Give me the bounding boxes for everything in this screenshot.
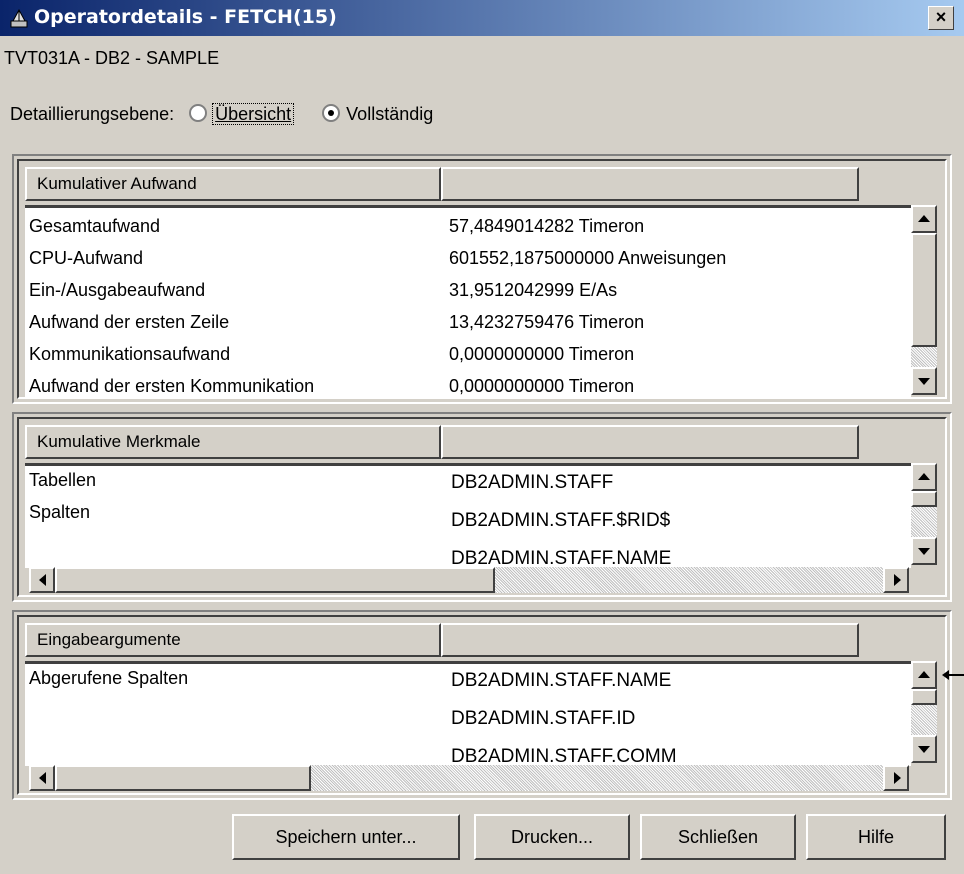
panel-cumulative-properties: Kumulative Merkmale Tabellen Spalten DB2… [12, 412, 952, 602]
detail-level-group: Detaillierungsebene: Übersicht Vollständ… [10, 103, 433, 125]
scroll-right-button[interactable] [883, 765, 909, 791]
scroll-left-button[interactable] [29, 567, 55, 593]
app-icon [10, 8, 28, 28]
scroll-thumb[interactable] [911, 233, 937, 347]
close-button[interactable]: × [928, 6, 954, 30]
print-button[interactable]: Drucken... [474, 814, 630, 860]
scroll-thumb[interactable] [55, 765, 311, 791]
vertical-scrollbar[interactable] [911, 463, 937, 565]
list-value: DB2ADMIN.STAFF.NAME [451, 670, 672, 691]
list-value: 601552,1875000000 Anweisungen [449, 248, 727, 268]
scroll-thumb[interactable] [55, 567, 495, 593]
radio-overview[interactable] [189, 104, 208, 122]
arrow-left-icon [39, 574, 46, 586]
column-header-value[interactable] [441, 167, 859, 201]
scroll-thumb[interactable] [911, 491, 937, 507]
column-header-value[interactable] [441, 425, 859, 459]
list-value: DB2ADMIN.STAFF.$RID$ [451, 510, 671, 531]
horizontal-scrollbar[interactable] [29, 567, 909, 593]
column-header-value[interactable] [441, 623, 859, 657]
list-value: DB2ADMIN.STAFF.COMM [451, 746, 677, 766]
list-value: 0,0000000000 Timeron [449, 376, 635, 396]
arrow-up-icon [918, 473, 930, 480]
arrow-up-icon [918, 215, 930, 222]
radio-overview-label[interactable]: Übersicht [212, 103, 295, 125]
scroll-up-button[interactable] [911, 661, 937, 689]
panel-cumulative-cost: Kumulativer Aufwand Gesamtaufwand CPU-Au… [12, 154, 952, 404]
arrow-right-icon [894, 772, 901, 784]
radio-complete[interactable] [322, 104, 341, 122]
connection-label: TVT031A - DB2 - SAMPLE [4, 48, 220, 68]
horizontal-scrollbar[interactable] [29, 765, 909, 791]
title-bar[interactable]: Operatordetails - FETCH(15) × [0, 0, 964, 36]
cost-list[interactable]: Gesamtaufwand CPU-Aufwand Ein-/Ausgabeau… [25, 205, 911, 398]
scroll-up-button[interactable] [911, 463, 937, 491]
arrow-down-icon [918, 378, 930, 385]
scroll-left-button[interactable] [29, 765, 55, 791]
properties-list[interactable]: Tabellen Spalten DB2ADMIN.STAFF DB2ADMIN… [25, 463, 911, 568]
list-value: DB2ADMIN.STAFF.ID [451, 708, 636, 729]
panel-input-arguments: Eingabeargumente Abgerufene Spalten DB2A… [12, 610, 952, 800]
list-item: Spalten [29, 502, 91, 522]
radio-complete-label[interactable]: Vollständig [346, 104, 433, 124]
list-item: Gesamtaufwand [29, 216, 161, 236]
scroll-thumb[interactable] [911, 689, 937, 705]
arrow-left-icon [39, 772, 46, 784]
window-title: Operatordetails - FETCH(15) [34, 6, 337, 28]
vertical-scrollbar[interactable] [911, 205, 937, 395]
scroll-up-button[interactable] [911, 205, 937, 233]
arrow-up-icon [918, 671, 930, 678]
list-value: 0,0000000000 Timeron [449, 344, 635, 364]
list-value: DB2ADMIN.STAFF.NAME [451, 548, 672, 568]
scroll-down-button[interactable] [911, 367, 937, 395]
pointer-arrow-icon [942, 670, 964, 680]
scroll-right-button[interactable] [883, 567, 909, 593]
scroll-down-button[interactable] [911, 735, 937, 763]
list-item: Kommunikationsaufwand [29, 344, 231, 364]
arrow-down-icon [918, 746, 930, 753]
detail-level-label: Detaillierungsebene: [10, 104, 175, 124]
column-header-name[interactable]: Kumulativer Aufwand [25, 167, 441, 201]
vertical-scrollbar[interactable] [911, 661, 937, 763]
help-button[interactable]: Hilfe [806, 814, 946, 860]
arrow-right-icon [894, 574, 901, 586]
arguments-list[interactable]: Abgerufene Spalten DB2ADMIN.STAFF.NAME D… [25, 661, 911, 766]
close-dialog-button[interactable]: Schließen [640, 814, 796, 860]
list-value: 31,9512042999 E/As [449, 280, 618, 300]
list-item: Ein-/Ausgabeaufwand [29, 280, 206, 300]
scroll-down-button[interactable] [911, 537, 937, 565]
list-value: 57,4849014282 Timeron [449, 216, 645, 236]
list-item: Aufwand der ersten Zeile [29, 312, 230, 332]
list-item: Aufwand der ersten Kommunikation [29, 376, 315, 396]
list-value: DB2ADMIN.STAFF [451, 472, 614, 493]
arrow-down-icon [918, 548, 930, 555]
list-item: Tabellen [29, 470, 97, 490]
list-item: Abgerufene Spalten [29, 668, 189, 688]
list-value: 13,4232759476 Timeron [449, 312, 645, 332]
column-header-name[interactable]: Kumulative Merkmale [25, 425, 441, 459]
column-header-name[interactable]: Eingabeargumente [25, 623, 441, 657]
save-as-button[interactable]: Speichern unter... [232, 814, 460, 860]
list-item: CPU-Aufwand [29, 248, 144, 268]
